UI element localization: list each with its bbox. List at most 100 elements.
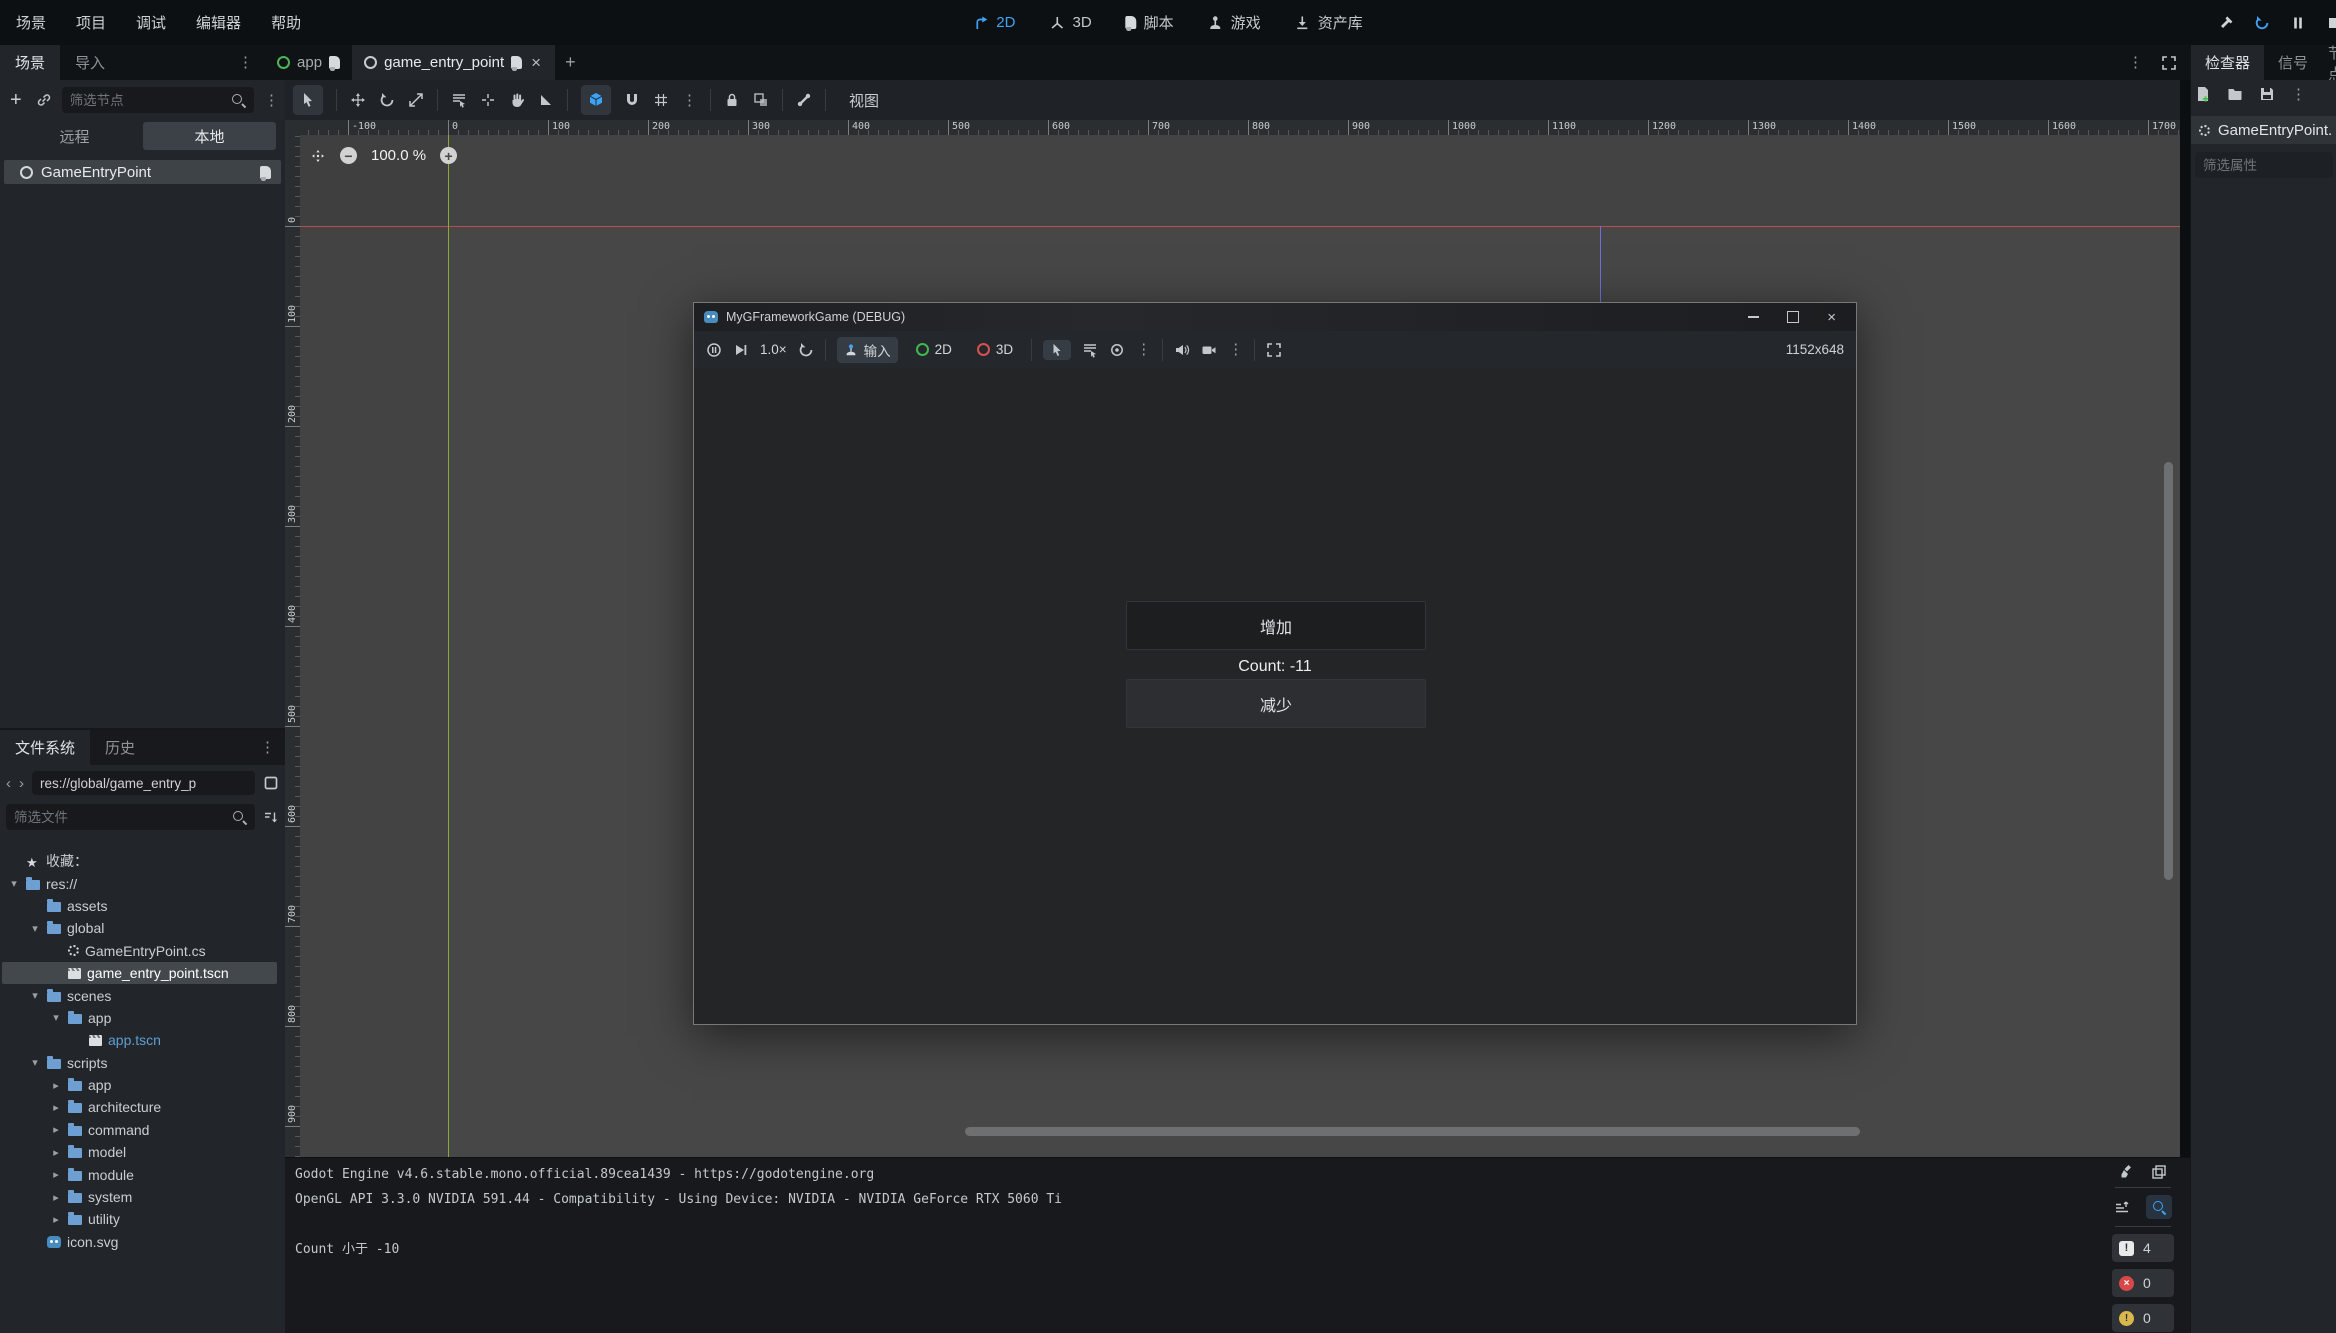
filter-nodes-input[interactable] [62, 87, 254, 113]
edited-resource-row[interactable]: GameEntryPoint. [2191, 116, 2336, 144]
tree-item[interactable]: ▸command [2, 1119, 283, 1141]
tree-item[interactable]: ▾app [2, 1007, 283, 1029]
menu-help[interactable]: 帮助 [271, 12, 301, 33]
build-hammer-icon[interactable] [2218, 15, 2234, 31]
ungroup-icon[interactable] [753, 92, 769, 108]
tree-expand-icon[interactable]: ▾ [29, 1056, 41, 1069]
tree-item[interactable]: ▸app [2, 1074, 283, 1096]
remote-button[interactable]: 远程 [8, 122, 141, 150]
inspector-menu-icon[interactable]: ⋮ [2291, 87, 2306, 102]
dock-menu-icon[interactable]: ⋮ [238, 45, 253, 80]
maximize-icon[interactable] [1787, 311, 1799, 323]
mode-3d-button[interactable]: 3D [970, 339, 1020, 360]
tree-item[interactable]: ▸model [2, 1141, 283, 1163]
grid-icon[interactable] [653, 92, 669, 108]
fullscreen-icon[interactable] [1266, 342, 1282, 358]
messages-badge[interactable]: ! 4 [2112, 1234, 2174, 1262]
tree-expand-icon[interactable]: ▸ [50, 1079, 62, 1092]
workspace-script[interactable]: 脚本 [1126, 12, 1174, 33]
menu-scene[interactable]: 场景 [16, 12, 46, 33]
instance-scene-icon[interactable] [36, 92, 52, 108]
game-select-tool-button[interactable] [1043, 340, 1071, 360]
pause-icon[interactable] [2290, 15, 2306, 31]
next-frame-icon[interactable] [733, 342, 749, 358]
tree-item[interactable]: ▸utility [2, 1208, 283, 1230]
nav-back-icon[interactable]: ‹ [6, 775, 11, 792]
menu-project[interactable]: 项目 [76, 12, 106, 33]
tree-item[interactable]: ▾res:// [2, 872, 283, 894]
restart-game-icon[interactable] [798, 342, 814, 358]
tab-inspector[interactable]: 检查器 [2191, 45, 2264, 80]
camera-options-icon[interactable]: ⋮ [1228, 342, 1243, 357]
scene-tabs-menu-icon[interactable]: ⋮ [2128, 55, 2143, 70]
workspace-3d[interactable]: 3D [1049, 14, 1091, 31]
tree-item[interactable]: assets [2, 895, 283, 917]
tree-expand-icon[interactable]: ▸ [50, 1146, 62, 1159]
select-options-icon[interactable]: ⋮ [1136, 342, 1151, 357]
split-view-icon[interactable] [263, 775, 279, 791]
tree-item[interactable]: 收藏： [2, 850, 283, 872]
canvas-viewport[interactable]: − 100.0 % + MyGFrameworkGame (DEBUG) × 1… [300, 135, 2180, 1157]
add-node-button[interactable]: + [6, 89, 26, 112]
tree-item[interactable]: app.tscn [2, 1029, 283, 1051]
tree-expand-icon[interactable]: ▸ [50, 1123, 62, 1136]
pause-game-icon[interactable] [706, 342, 722, 358]
snap-position-icon[interactable] [480, 92, 496, 108]
tab-node[interactable]: 节点 [2322, 45, 2336, 80]
view-menu-button[interactable]: 视图 [839, 90, 889, 111]
filter-files-input[interactable] [6, 804, 255, 830]
search-output-button[interactable] [2146, 1195, 2172, 1219]
path-input[interactable] [32, 771, 255, 795]
close-tab-icon[interactable]: × [529, 53, 543, 73]
move-tool-icon[interactable] [350, 92, 366, 108]
restart-icon[interactable] [2254, 15, 2270, 31]
tree-item[interactable]: ▸architecture [2, 1096, 283, 1118]
rotate-tool-icon[interactable] [379, 92, 395, 108]
new-resource-icon[interactable] [2195, 86, 2211, 102]
zoom-out-button[interactable]: − [340, 147, 357, 164]
collapse-output-icon[interactable] [2114, 1199, 2130, 1215]
tree-expand-icon[interactable]: ▾ [29, 922, 41, 935]
attached-script-icon[interactable] [260, 166, 271, 179]
sort-files-icon[interactable] [263, 809, 279, 825]
tab-signals[interactable]: 信号 [2264, 45, 2322, 80]
increase-button[interactable]: 增加 [1126, 601, 1426, 650]
warnings-badge[interactable]: ! 0 [2112, 1304, 2174, 1332]
game-window-titlebar[interactable]: MyGFrameworkGame (DEBUG) × [694, 303, 1856, 331]
camera-override-icon[interactable] [1201, 342, 1217, 358]
tree-item[interactable]: icon.svg [2, 1231, 283, 1253]
tab-filesystem[interactable]: 文件系统 [0, 730, 90, 765]
nav-forward-icon[interactable]: › [19, 775, 24, 792]
filesystem-menu-icon[interactable]: ⋮ [260, 740, 285, 755]
stop-icon[interactable] [2326, 15, 2336, 31]
workspace-game[interactable]: 游戏 [1208, 12, 1261, 33]
snap-toggle-button[interactable] [581, 85, 611, 115]
local-button[interactable]: 本地 [143, 122, 276, 150]
mode-2d-button[interactable]: 2D [909, 339, 959, 360]
scale-tool-icon[interactable] [408, 92, 424, 108]
zoom-level[interactable]: 100.0 % [371, 147, 426, 164]
minimize-icon[interactable] [1748, 316, 1759, 318]
select-tool-button[interactable] [293, 85, 323, 115]
load-resource-icon[interactable] [2227, 86, 2243, 102]
copy-output-icon[interactable] [2151, 1164, 2167, 1180]
input-mode-button[interactable]: 输入 [837, 337, 898, 363]
workspace-2d[interactable]: 2D [973, 14, 1015, 31]
expand-panel-icon[interactable] [2161, 55, 2177, 71]
canvas-horizontal-scrollbar[interactable] [965, 1127, 1860, 1136]
target-select-icon[interactable] [1109, 342, 1125, 358]
zoom-in-button[interactable]: + [440, 147, 457, 164]
tree-expand-icon[interactable]: ▸ [50, 1213, 62, 1226]
dock-tab-import[interactable]: 导入 [60, 45, 120, 80]
tree-item[interactable]: ▾scenes [2, 984, 283, 1006]
scene-tab-app[interactable]: app [265, 45, 352, 80]
tree-item[interactable]: ▸module [2, 1163, 283, 1185]
scene-tab-game-entry-point[interactable]: game_entry_point × [352, 45, 555, 80]
tree-item[interactable]: game_entry_point.tscn [2, 962, 277, 984]
tree-expand-icon[interactable]: ▸ [50, 1191, 62, 1204]
list-select-icon[interactable] [451, 92, 467, 108]
lock-icon[interactable] [724, 92, 740, 108]
tree-expand-icon[interactable]: ▾ [29, 989, 41, 1002]
decrease-button[interactable]: 减少 [1126, 679, 1426, 728]
workspace-assetlib[interactable]: 资产库 [1295, 12, 1363, 33]
